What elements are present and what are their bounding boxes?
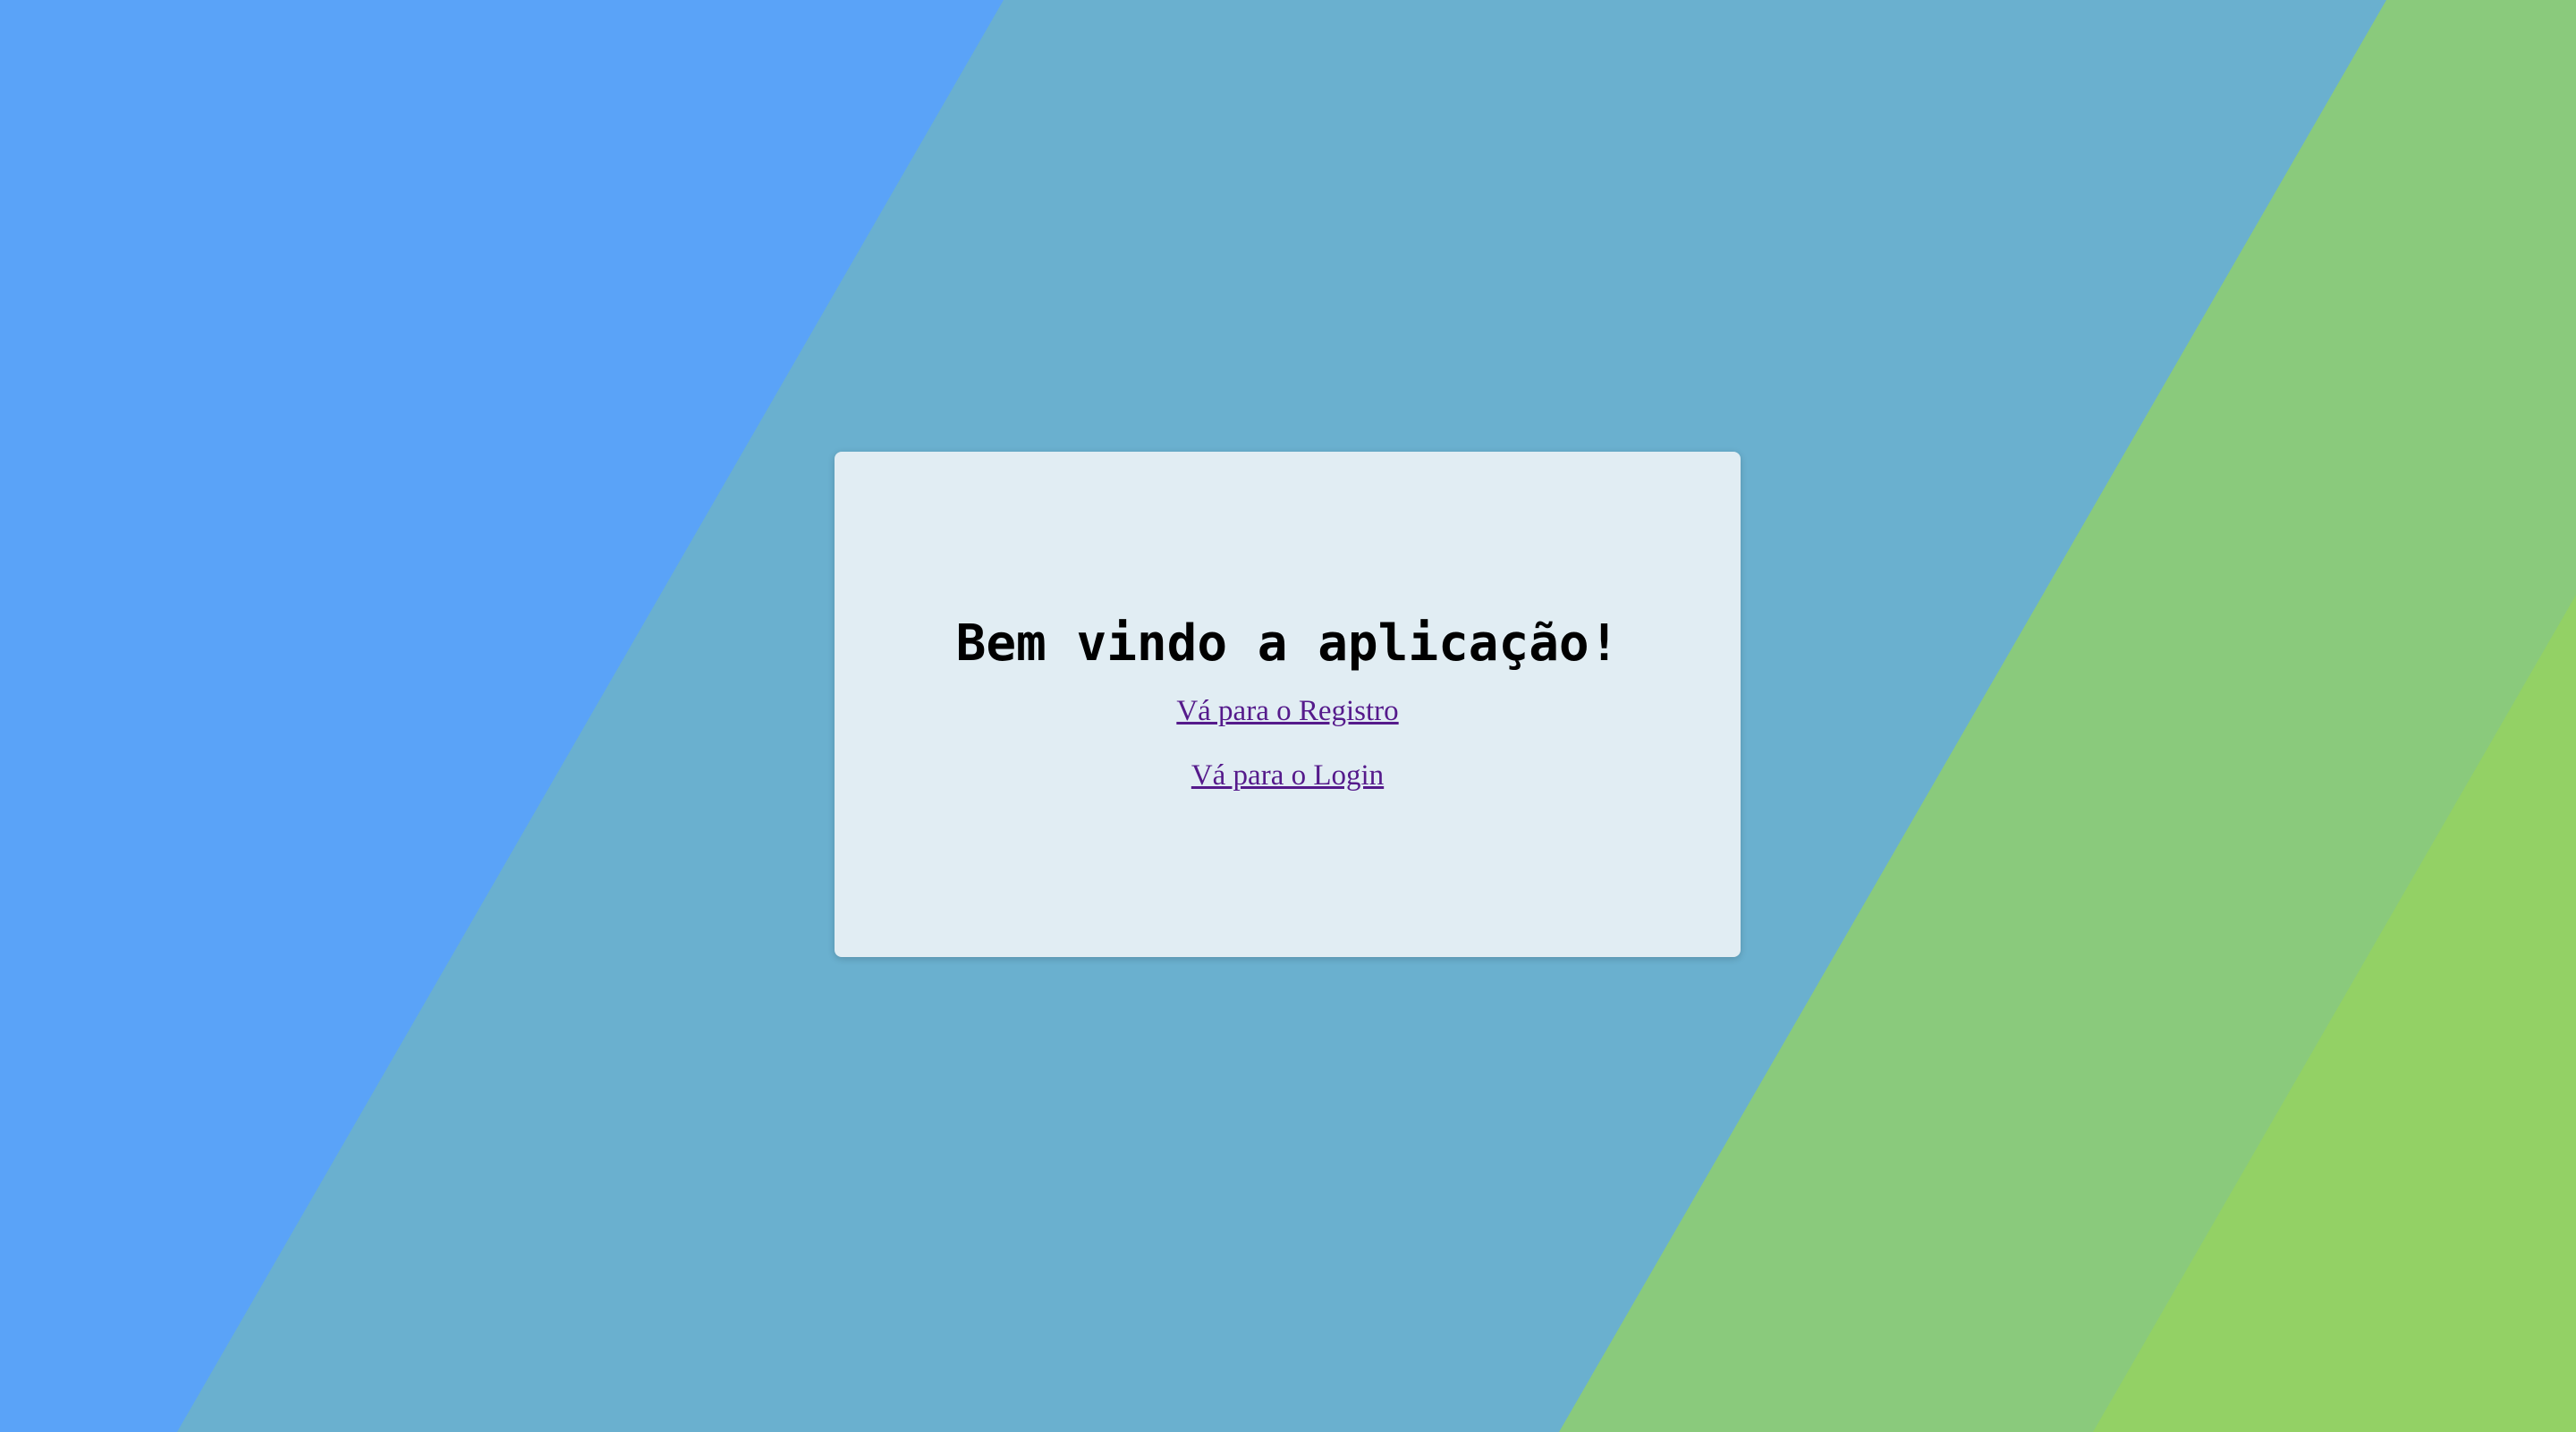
register-link[interactable]: Vá para o Registro — [1176, 694, 1398, 730]
welcome-card: Bem vindo a aplicação! Vá para o Registr… — [835, 452, 1741, 957]
welcome-title: Bem vindo a aplicação! — [955, 614, 1620, 673]
login-link[interactable]: Vá para o Login — [1191, 758, 1384, 794]
